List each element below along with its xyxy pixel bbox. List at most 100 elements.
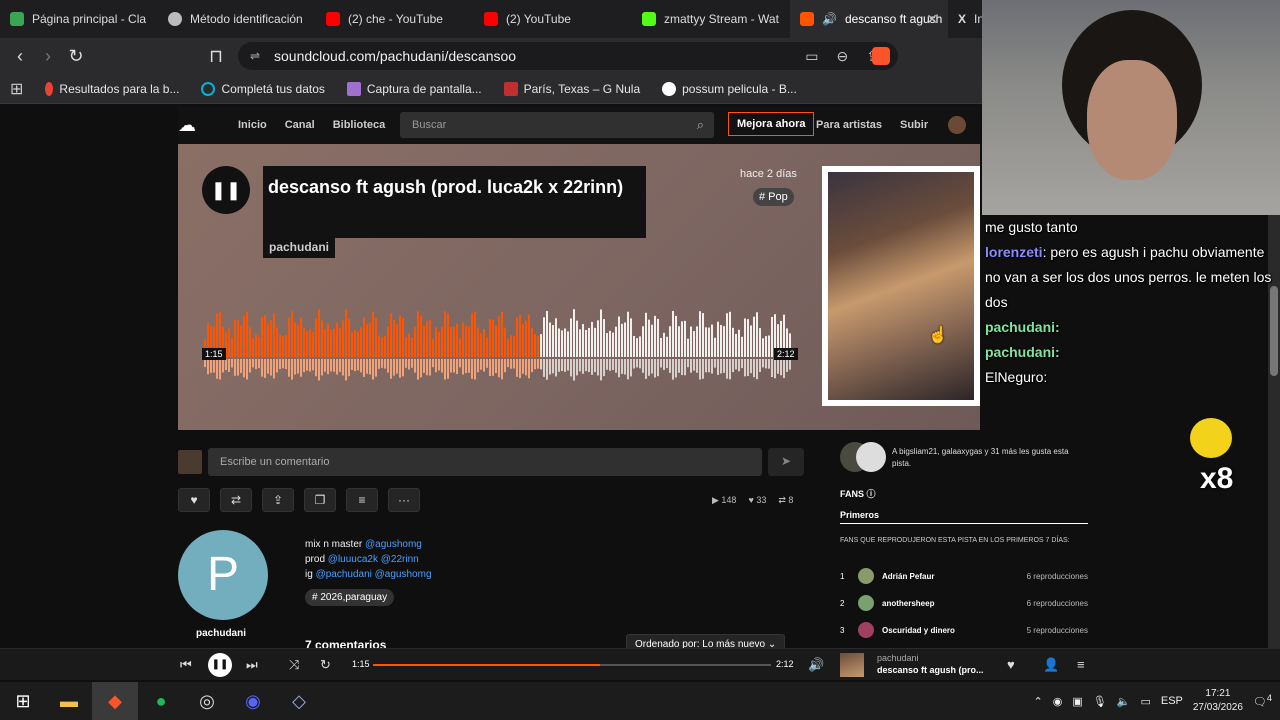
repeat-icon[interactable]: ↻ — [320, 657, 331, 673]
mention-link[interactable]: @agushomg — [375, 569, 432, 580]
mention-link[interactable]: @luuuca2k — [328, 554, 378, 565]
copy-link-button[interactable]: ❐ — [304, 488, 336, 512]
language-indicator[interactable]: ESP — [1161, 695, 1183, 707]
waveform-bar — [264, 314, 266, 357]
back-icon[interactable]: ‹ — [6, 46, 34, 67]
previous-icon[interactable]: ⏮ — [180, 657, 192, 673]
waveform-reflection — [711, 359, 713, 374]
volume-tray-icon[interactable]: 🔈 — [1117, 695, 1131, 708]
cover-art[interactable] — [822, 166, 980, 406]
bookmark-google[interactable]: Resultados para la b... — [45, 81, 179, 96]
like-button[interactable]: ♥ — [178, 488, 210, 512]
fan-name[interactable]: anothersheep — [882, 599, 1027, 608]
upload-link[interactable]: Subir — [900, 119, 928, 131]
tab-kick[interactable]: zmattyy Stream - Wat — [632, 0, 790, 38]
tab-soundcloud[interactable]: 🔊 descanso ft agush ✕ — [790, 0, 948, 38]
tab-classroom[interactable]: Página principal - Cla — [0, 0, 158, 38]
nav-home[interactable]: Inicio — [238, 119, 267, 131]
tab-primeros[interactable]: Primeros — [840, 510, 1088, 524]
file-explorer-icon[interactable]: ▬ — [46, 682, 92, 720]
fan-rank: 2 — [840, 598, 845, 608]
app-tray-icon[interactable]: ▣ — [1072, 695, 1082, 708]
waveform-reflection — [480, 359, 482, 370]
bookmark-paris[interactable]: París, Texas – G Nula — [503, 81, 640, 96]
more-button[interactable]: ··· — [388, 488, 420, 512]
chevron-up-icon[interactable]: ⌃ — [1034, 695, 1043, 708]
search-input[interactable]: Buscar ⌕ — [400, 112, 714, 138]
location-tag[interactable]: # 2026,paraguay — [305, 589, 395, 606]
waveform-bar — [387, 326, 389, 357]
brave-icon[interactable]: ◆ — [92, 682, 138, 720]
heart-icon[interactable]: ♥ — [1007, 657, 1015, 672]
for-artists-link[interactable]: Para artistas — [816, 119, 882, 131]
mention-link[interactable]: @22rinn — [381, 554, 419, 565]
cast-icon[interactable]: ▭ — [805, 48, 818, 65]
obs-icon[interactable]: ◎ — [184, 682, 230, 720]
mention-link[interactable]: @pachudani — [316, 569, 372, 580]
forward-icon[interactable]: › — [34, 46, 62, 67]
player-title[interactable]: descanso ft agush (pro... — [877, 665, 984, 675]
queue-icon[interactable]: ≡ — [1077, 657, 1085, 672]
track-artist[interactable]: pachudani — [263, 236, 336, 258]
fan-row[interactable]: 2 anothersheep 6 reproducciones — [840, 593, 1088, 613]
nav-library[interactable]: Biblioteca — [333, 119, 386, 131]
google-icon — [662, 81, 677, 96]
tab-metodo[interactable]: Método identificación — [158, 0, 316, 38]
bookmark-icon[interactable]: ⊓ — [202, 46, 230, 67]
app-icon[interactable]: ◇ — [276, 682, 322, 720]
tab-youtube[interactable]: (2) YouTube — [474, 0, 632, 38]
genre-tag[interactable]: # Pop — [753, 188, 794, 206]
info-icon[interactable]: ⓘ — [867, 489, 876, 499]
artist-name[interactable]: pachudani — [196, 628, 246, 639]
search-icon[interactable]: ⌕ — [697, 117, 704, 133]
shuffle-icon[interactable]: ⤨ — [289, 657, 299, 673]
network-icon[interactable]: ▭ — [1140, 695, 1150, 708]
send-comment-button[interactable]: ➤ — [768, 448, 804, 476]
reload-icon[interactable]: ↻ — [62, 46, 90, 67]
add-to-queue-button[interactable]: ≡ — [346, 488, 378, 512]
start-icon[interactable]: ⊞ — [0, 682, 46, 720]
user-avatar[interactable] — [948, 116, 966, 134]
bookmark-captura[interactable]: Captura de pantalla... — [346, 81, 482, 96]
upgrade-button[interactable]: Mejora ahora — [728, 112, 815, 136]
follow-icon[interactable]: 👤 — [1043, 657, 1059, 673]
site-info-icon[interactable]: ⇌ — [250, 49, 260, 63]
brave-shield-icon[interactable] — [872, 47, 890, 65]
bookmark-completa[interactable]: Completá tus datos — [201, 81, 325, 96]
player-pause-button[interactable]: ❚❚ — [208, 653, 232, 677]
mention-link[interactable]: @agushomg — [365, 539, 422, 550]
notification-icon[interactable]: 🗨4 — [1253, 693, 1272, 709]
discord-tray-icon[interactable]: ◉ — [1053, 695, 1063, 708]
repost-button[interactable]: ⇄ — [220, 488, 252, 512]
bookmark-possum[interactable]: possum pelicula - B... — [662, 81, 797, 96]
mic-icon[interactable]: 🎙 — [1093, 695, 1107, 708]
player-artwork[interactable] — [840, 653, 864, 677]
spotify-icon[interactable]: ● — [138, 682, 184, 720]
artist-avatar[interactable]: P — [178, 530, 268, 620]
waveform[interactable] — [204, 309, 794, 399]
fan-name[interactable]: Adrián Pefaur — [882, 572, 1027, 581]
waveform-bar — [246, 311, 248, 357]
player-artist[interactable]: pachudani — [877, 653, 919, 663]
volume-icon[interactable]: 🔊 — [808, 657, 824, 673]
comment-input[interactable]: Escribe un comentario — [208, 448, 762, 476]
fan-name[interactable]: Oscuridad y dinero — [882, 626, 1027, 635]
waveform-reflection — [552, 359, 554, 374]
share-button[interactable]: ⇪ — [262, 488, 294, 512]
nav-channel[interactable]: Canal — [285, 119, 315, 131]
pause-button[interactable]: ❚❚ — [202, 166, 250, 214]
discord-icon[interactable]: ◉ — [230, 682, 276, 720]
zoom-icon[interactable]: ⊖ — [837, 48, 849, 65]
tab-youtube-che[interactable]: (2) che - YouTube — [316, 0, 474, 38]
progress-bar[interactable] — [373, 664, 771, 666]
next-icon[interactable]: ⏭ — [246, 657, 258, 673]
close-tab-icon[interactable]: ✕ — [926, 11, 938, 28]
fan-row[interactable]: 1 Adrián Pefaur 6 reproducciones — [840, 566, 1088, 586]
likers-avatars[interactable] — [840, 442, 886, 472]
soundcloud-logo-icon[interactable]: ☁ — [178, 115, 218, 136]
apps-grid-icon[interactable]: ⊞ — [10, 79, 23, 99]
waveform-bar — [597, 320, 599, 357]
clock[interactable]: 17:21 27/03/2026 — [1193, 687, 1243, 715]
url-field[interactable]: ⇌soundcloud.com/pachudani/descansoo ▭⊖⇪ — [238, 42, 898, 70]
fan-row[interactable]: 3 Oscuridad y dinero 5 reproducciones — [840, 620, 1088, 640]
